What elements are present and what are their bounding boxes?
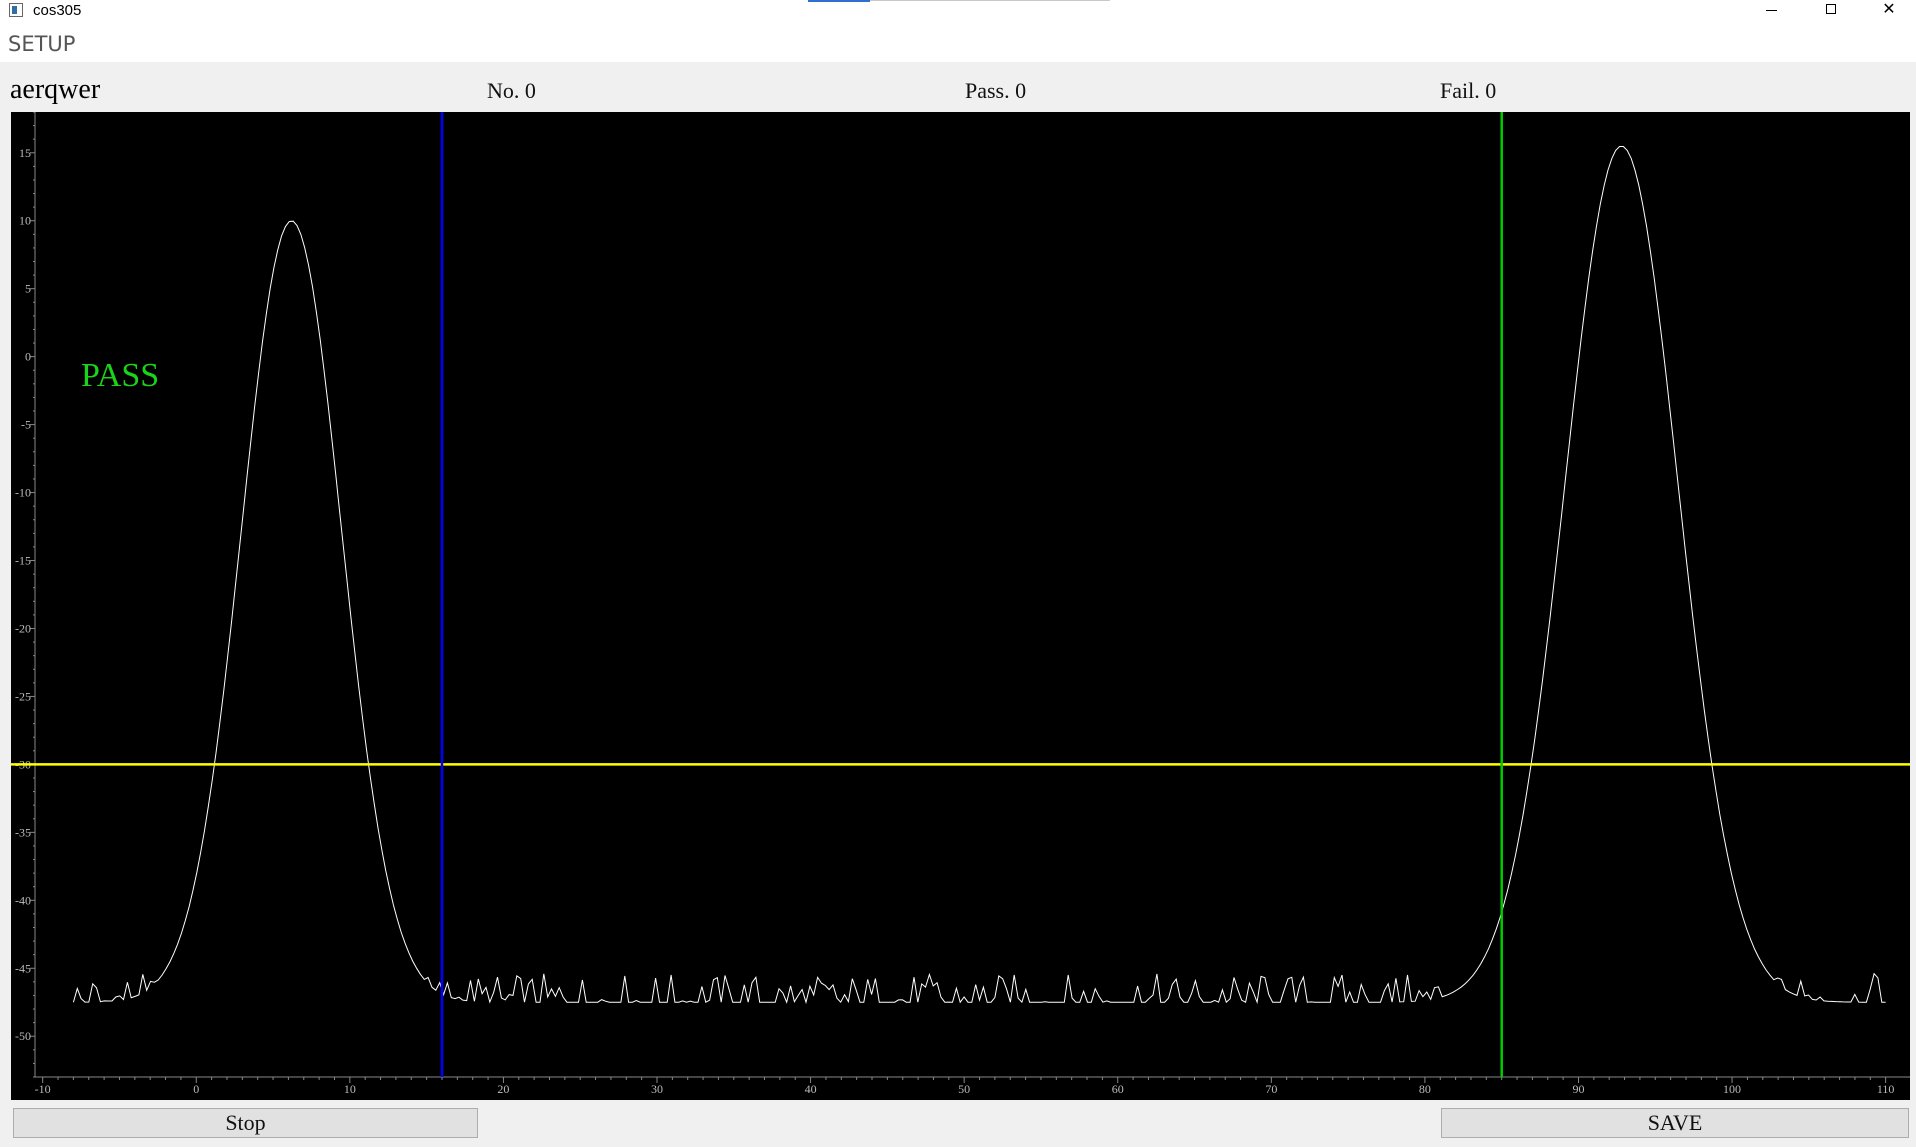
y-tick-label: -50 <box>15 1029 31 1043</box>
y-tick-label: -25 <box>15 689 31 703</box>
y-tick-label: -5 <box>21 418 31 432</box>
x-tick-label: 50 <box>958 1082 970 1096</box>
spectrum-plot: 15 10 5 0 -5 -10 -15 -20 -25 -30 -35 -40 -45 -50 -10 0 1… <box>11 112 1910 1100</box>
y-tick-label: -40 <box>15 893 31 907</box>
title-accent-bar <box>808 0 870 2</box>
x-tick-label: -10 <box>35 1082 51 1096</box>
menu-setup[interactable]: SETUP <box>8 32 75 56</box>
menu-bar: SETUP <box>0 24 1916 62</box>
close-button[interactable]: ✕ <box>1866 0 1912 22</box>
x-tick-label: 30 <box>651 1082 663 1096</box>
y-tick-label: -35 <box>15 825 31 839</box>
save-button[interactable]: SAVE <box>1441 1108 1909 1138</box>
fail-counter: Fail. 0 <box>1440 78 1497 103</box>
y-tick-label: -15 <box>15 554 31 568</box>
no-counter: No. 0 <box>487 78 536 103</box>
x-tick-label: 90 <box>1572 1082 1584 1096</box>
maximize-icon <box>1826 4 1836 14</box>
stop-button[interactable]: Stop <box>13 1108 478 1138</box>
close-icon: ✕ <box>1882 1 1896 18</box>
app-icon <box>9 3 23 17</box>
station-name: aerqwer <box>10 74 101 105</box>
x-tick-label: 100 <box>1723 1082 1741 1096</box>
x-tick-label: 10 <box>344 1082 356 1096</box>
y-tick-label: 10 <box>19 214 31 228</box>
signal-trace <box>72 146 1886 1005</box>
result-label: PASS <box>81 357 160 394</box>
x-tick-label: 110 <box>1877 1082 1895 1096</box>
y-tick-label: -45 <box>15 961 31 975</box>
y-tick-label: 15 <box>19 146 31 160</box>
x-tick-label: 20 <box>497 1082 509 1096</box>
y-tick-label: 5 <box>25 282 31 296</box>
y-tick-label: -20 <box>15 621 31 635</box>
y-tick-label: 0 <box>25 350 31 364</box>
x-tick-label: 70 <box>1265 1082 1277 1096</box>
y-tick-label: -10 <box>15 486 31 500</box>
maximize-button[interactable] <box>1808 0 1854 22</box>
x-tick-label: 0 <box>193 1082 199 1096</box>
title-bar: cos305 ✕ <box>0 0 1916 24</box>
title-divider <box>870 0 1110 1</box>
minimize-icon <box>1766 10 1777 11</box>
minimize-button[interactable] <box>1748 0 1794 22</box>
status-row: aerqwer No. 0 Pass. 0 Fail. 0 <box>0 62 1916 110</box>
x-tick-label: 80 <box>1419 1082 1431 1096</box>
x-tick-label: 60 <box>1112 1082 1124 1096</box>
window-title: cos305 <box>33 2 82 19</box>
pass-counter: Pass. 0 <box>965 78 1027 103</box>
x-tick-label: 40 <box>805 1082 817 1096</box>
plot-canvas: 151050-5-10-15-20-25-30-35-40-45-50-10 0 1… <box>11 112 1910 1096</box>
